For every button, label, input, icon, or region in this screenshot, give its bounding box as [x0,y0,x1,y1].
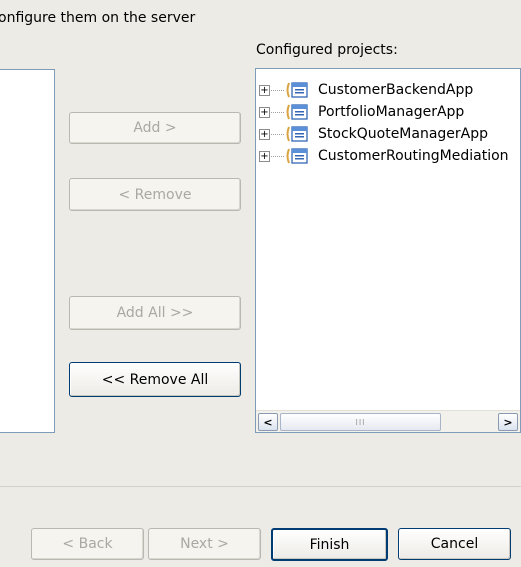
tree-connector [271,133,284,135]
remove-all-button[interactable]: << Remove All [69,362,241,397]
tree-item-label: StockQuoteManagerApp [318,126,489,142]
project-folder-icon [286,148,308,164]
remove-button[interactable]: < Remove [69,178,241,211]
tree-connector [271,89,284,91]
tree-connector [271,111,284,113]
tree-item[interactable]: + StockQuoteManagerApp [256,123,520,145]
tree-item-label: CustomerBackendApp [318,82,474,98]
tree-connector [271,155,284,157]
tree-item-label: CustomerRoutingMediation [318,148,509,164]
available-projects-list[interactable] [0,69,55,433]
add-remove-projects-dialog: onfigure them on the server Configured p… [0,0,521,567]
horizontal-scrollbar[interactable]: < III > [256,410,520,432]
expand-icon[interactable]: + [259,106,270,118]
tree-item[interactable]: + CustomerBackendApp [256,79,520,101]
tree-item-label: PortfolioManagerApp [318,104,465,120]
add-all-button[interactable]: Add All >> [69,296,241,330]
project-folder-icon [286,126,308,142]
next-button[interactable]: Next > [148,528,261,560]
expand-icon[interactable]: + [259,128,270,140]
instruction-text: onfigure them on the server [0,10,196,26]
back-button[interactable]: < Back [31,528,144,560]
configured-projects-tree[interactable]: + CustomerBackendApp + PortfolioManagerA… [255,68,521,433]
project-folder-icon [286,104,308,120]
cancel-button[interactable]: Cancel [398,528,511,560]
add-button[interactable]: Add > [69,112,241,144]
expand-icon[interactable]: + [259,150,270,162]
scroll-left-button[interactable]: < [258,413,278,431]
project-folder-icon [286,82,308,98]
configured-projects-label: Configured projects: [256,42,398,58]
scroll-thumb[interactable]: III [280,413,441,431]
scroll-right-button[interactable]: > [498,413,518,431]
expand-icon[interactable]: + [259,84,270,96]
tree-item[interactable]: + PortfolioManagerApp [256,101,520,123]
button-bar-separator [0,486,521,487]
finish-button[interactable]: Finish [271,528,388,561]
tree-item[interactable]: + CustomerRoutingMediation [256,145,520,167]
